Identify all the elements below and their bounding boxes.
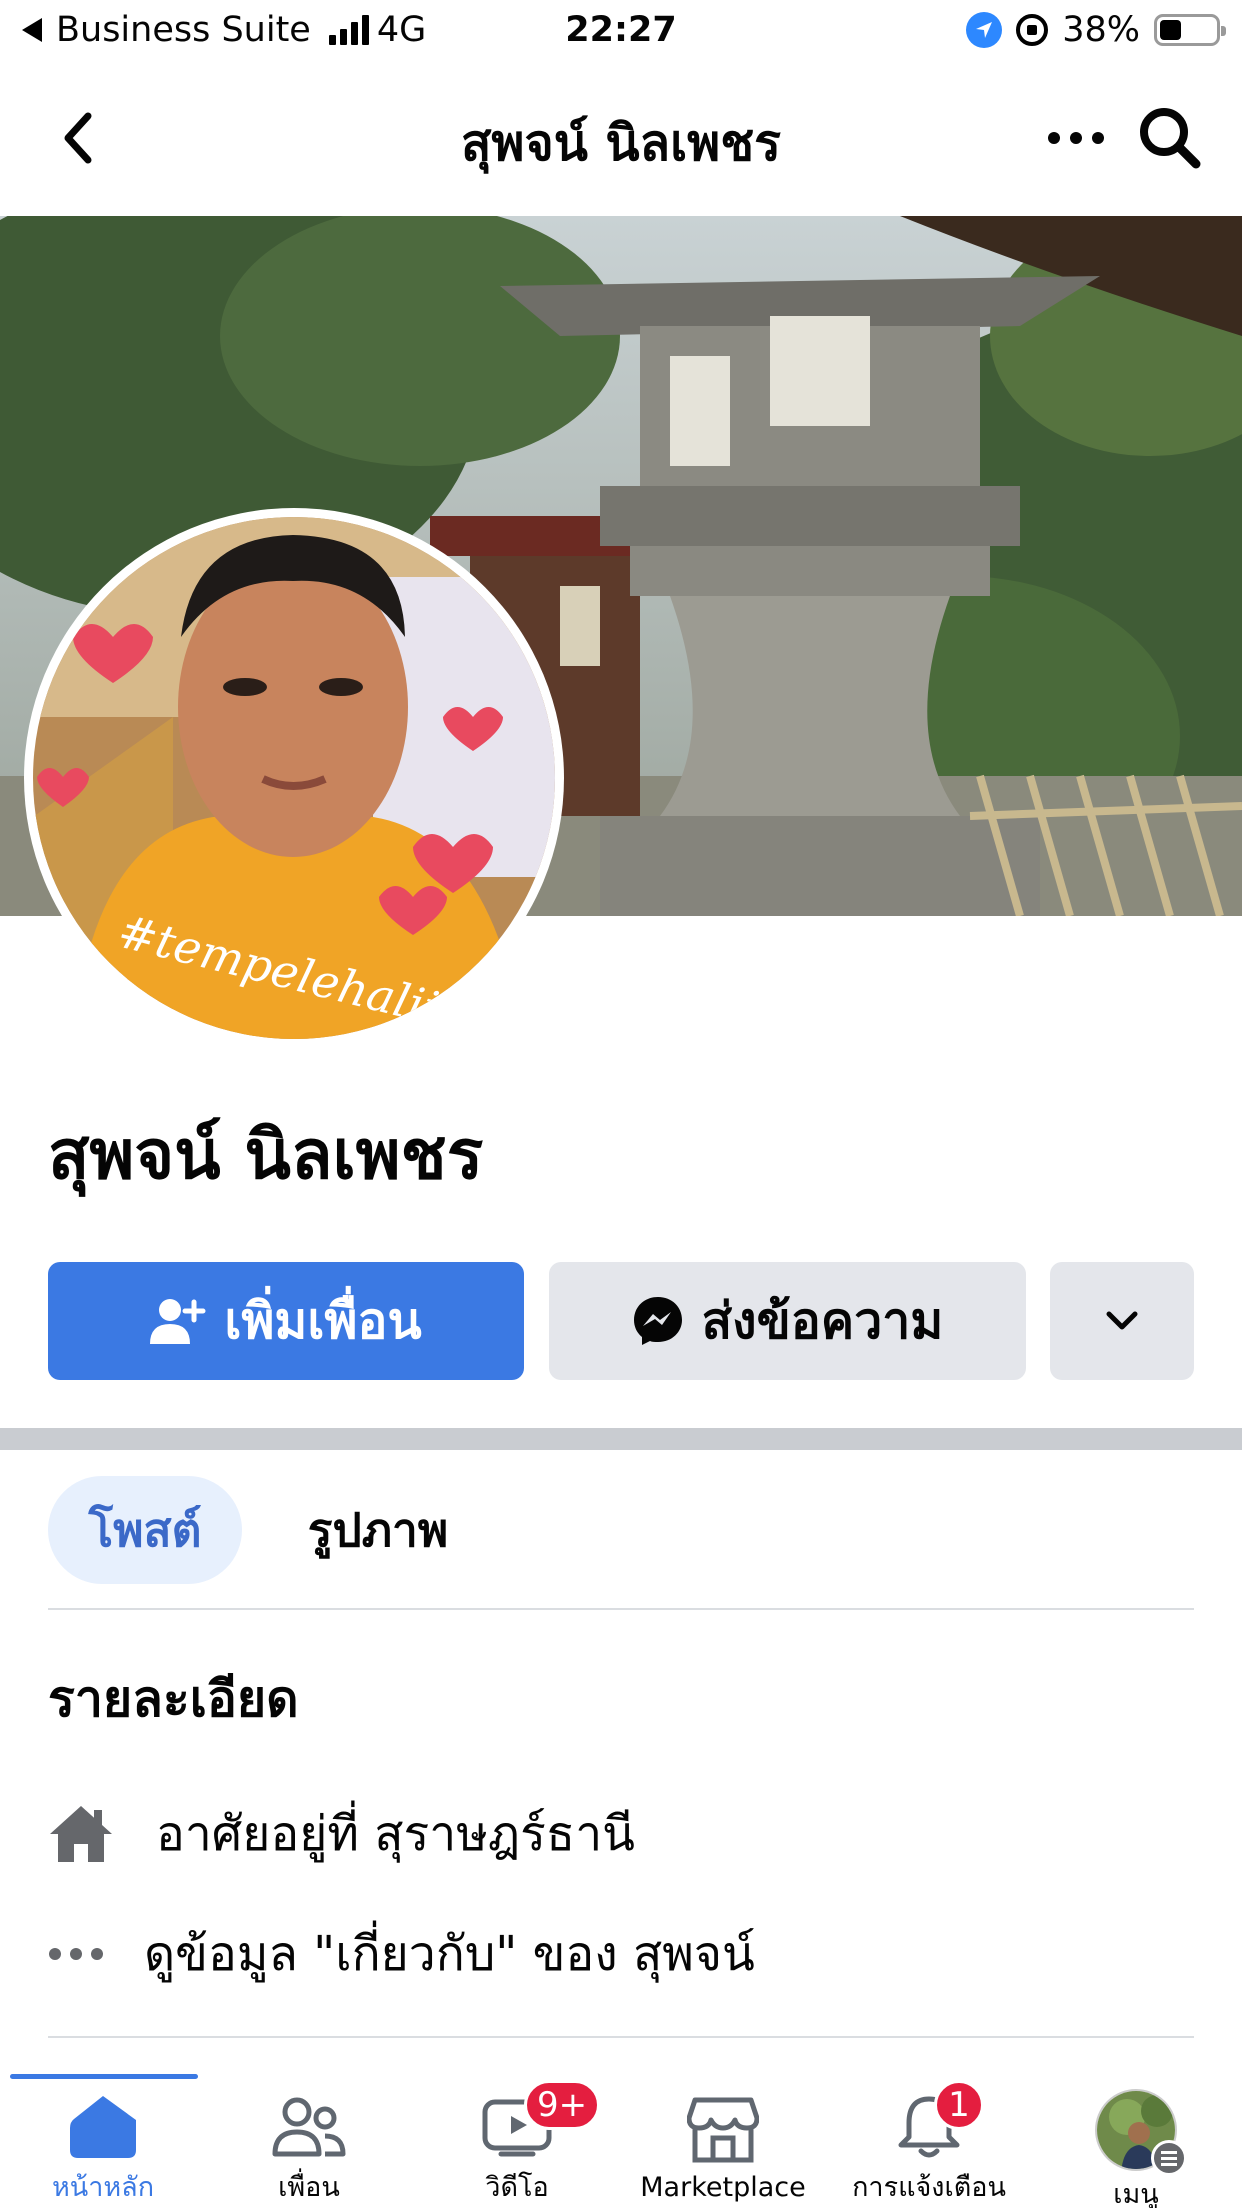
battery-percent: 38%: [1062, 10, 1140, 50]
tab-home[interactable]: หน้าหลัก: [3, 2090, 203, 2208]
chevron-down-icon: [1106, 1311, 1138, 1330]
notifications-badge: 1: [934, 2080, 984, 2130]
tab-photos[interactable]: รูปภาพ: [278, 1476, 478, 1584]
tab-menu-label: เมนู: [1113, 2179, 1159, 2208]
tab-marketplace[interactable]: Marketplace: [623, 2090, 823, 2208]
video-icon: 9+: [472, 2080, 601, 2163]
profile-header: สุพจน์ นิลเพชร: [0, 64, 1242, 216]
marketplace-icon: [678, 2090, 768, 2170]
more-horizontal-icon: [1048, 132, 1060, 144]
see-about-text: ดูข้อมูล "เกี่ยวกับ" ของ สุพจน์: [144, 1926, 755, 1982]
tab-home-label: หน้าหลัก: [51, 2172, 155, 2203]
section-separator: [0, 1428, 1242, 1450]
menu-hamburger-icon: [1151, 2140, 1187, 2176]
detail-lives-in: อาศัยอยู่ที่ สุราษฎร์ธานี: [48, 1796, 635, 1872]
tab-video-label: วิดีโอ: [485, 2172, 549, 2203]
tab-friends[interactable]: เพื่อน: [209, 2090, 409, 2208]
status-bar: Business Suite 4G 22:27 38%: [0, 0, 1242, 64]
more-actions-button[interactable]: [1050, 1262, 1194, 1380]
send-message-button[interactable]: ส่งข้อความ: [549, 1262, 1026, 1380]
add-friend-icon: [150, 1299, 206, 1344]
menu-avatar-icon: [1091, 2089, 1187, 2176]
lives-in-text: อาศัยอยู่ที่ สุราษฎร์ธานี: [156, 1806, 635, 1862]
tab-notifications-label: การแจ้งเตือน: [852, 2172, 1006, 2203]
add-friend-label: เพิ่มเพื่อน: [224, 1291, 422, 1350]
search-button[interactable]: [1136, 104, 1204, 172]
video-badge: 9+: [524, 2080, 601, 2130]
details-divider: [48, 2036, 1194, 2038]
friends-icon: [264, 2090, 354, 2163]
tab-menu[interactable]: เมนู: [1036, 2089, 1236, 2208]
home-icon: [48, 1804, 128, 1864]
profile-avatar[interactable]: #tempelehalii: [24, 508, 564, 1048]
send-message-label: ส่งข้อความ: [701, 1291, 944, 1350]
tab-video[interactable]: 9+ วิดีโอ: [417, 2080, 617, 2208]
tab-marketplace-label: Marketplace: [640, 2172, 806, 2203]
detail-see-about[interactable]: ดูข้อมูล "เกี่ยวกับ" ของ สุพจน์: [48, 1916, 755, 1992]
home-icon: [58, 2090, 148, 2163]
more-horizontal-icon: [48, 1947, 128, 1961]
battery-icon: [1154, 14, 1226, 46]
messenger-icon: [633, 1297, 682, 1345]
tab-notifications[interactable]: 1 การแจ้งเตือน: [829, 2080, 1029, 2208]
search-icon: [1140, 108, 1201, 169]
rotation-lock-icon: [1016, 14, 1049, 46]
tabs-divider: [48, 1608, 1194, 1610]
profile-name: สุพจน์ นิลเพชร: [48, 1116, 484, 1195]
tab-posts[interactable]: โพสต์: [48, 1476, 242, 1584]
tab-friends-label: เพื่อน: [278, 2172, 340, 2203]
location-icon: [966, 12, 1003, 48]
bottom-tab-bar: หน้าหลัก เพื่อน 9+ วิดีโอ Marketplace 1 …: [0, 2072, 1242, 2208]
add-friend-button[interactable]: เพิ่มเพื่อน: [48, 1262, 524, 1380]
bell-icon: 1: [884, 2080, 984, 2163]
details-title: รายละเอียด: [48, 1670, 299, 1728]
more-options-button[interactable]: [1048, 108, 1104, 168]
status-right: 38%: [966, 10, 1226, 50]
active-tab-indicator: [10, 2074, 198, 2079]
